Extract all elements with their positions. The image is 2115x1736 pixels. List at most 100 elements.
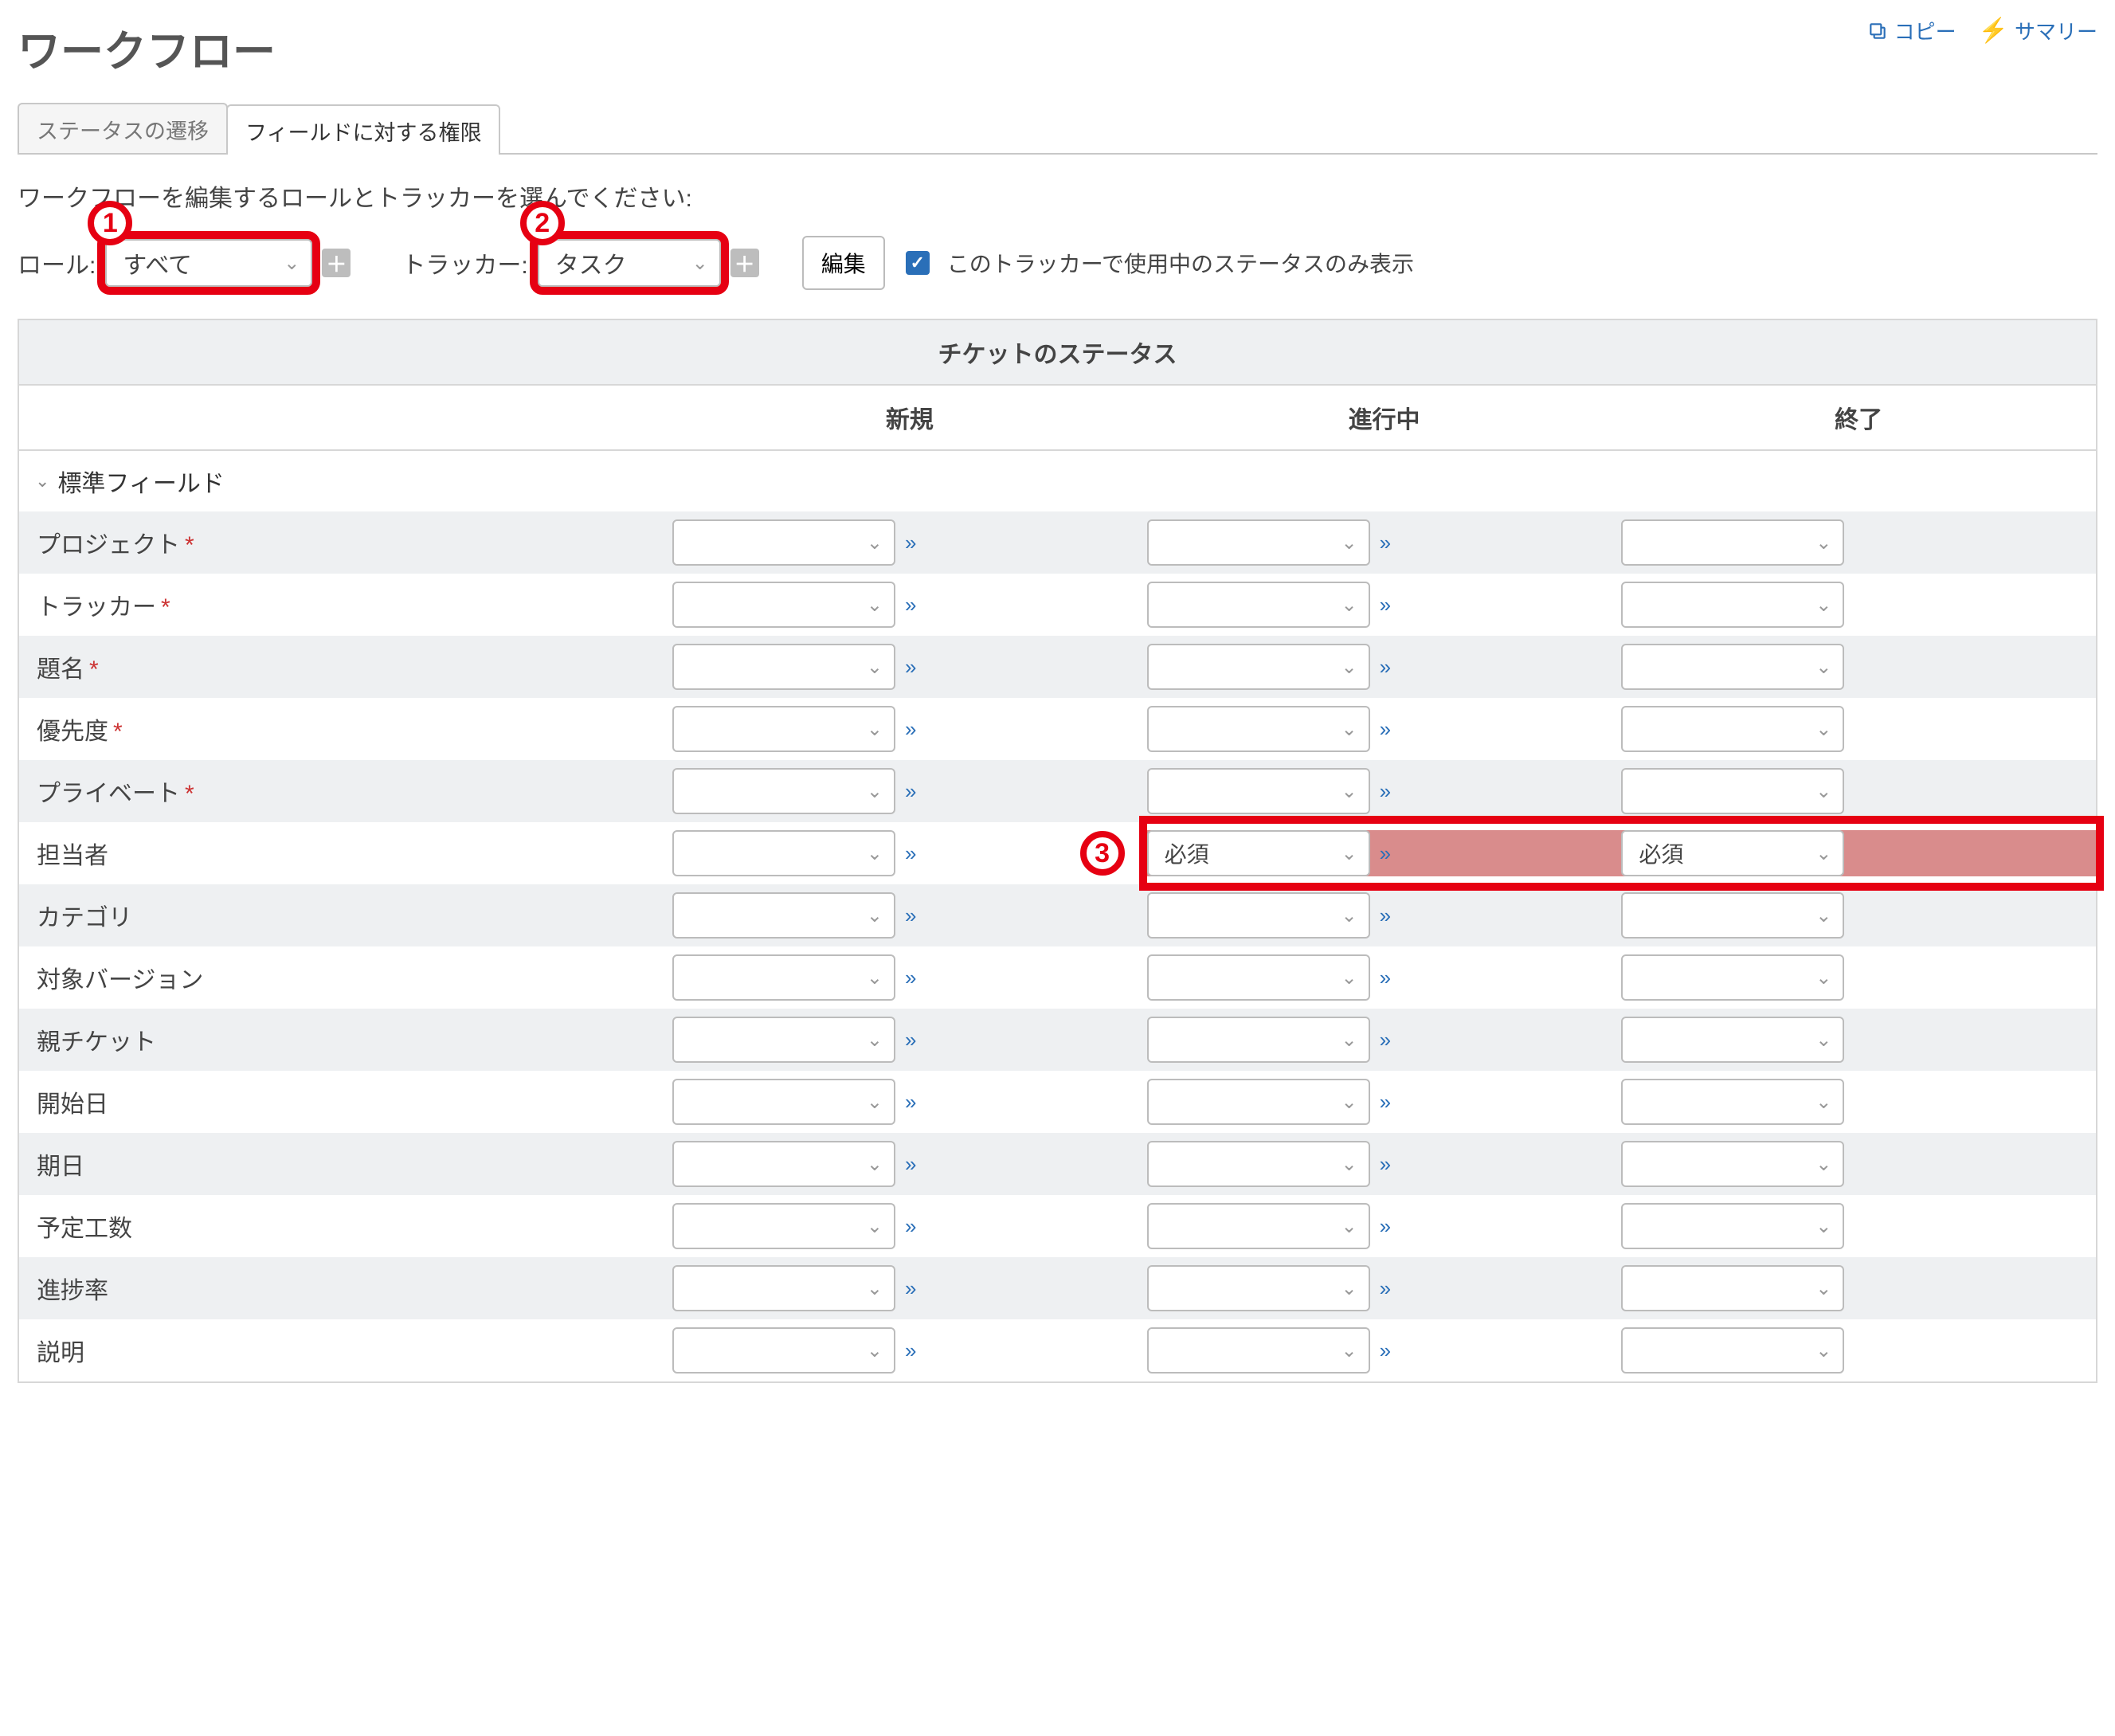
permission-select[interactable]: ⌄ bbox=[1621, 768, 1844, 814]
permission-select[interactable]: ⌄ bbox=[1147, 1265, 1370, 1311]
copy-right-icon[interactable]: » bbox=[905, 1028, 916, 1052]
tracker-select[interactable]: タスク ⌄ bbox=[538, 239, 721, 287]
copy-right-icon[interactable]: » bbox=[905, 655, 916, 680]
permission-select[interactable]: ⌄ bbox=[672, 519, 895, 566]
permission-select[interactable]: ⌄ bbox=[1621, 954, 1844, 1001]
permission-select[interactable]: ⌄ bbox=[672, 892, 895, 939]
permission-select[interactable]: ⌄ bbox=[1147, 644, 1370, 690]
copy-right-icon[interactable]: » bbox=[1380, 593, 1391, 617]
permission-select[interactable]: ⌄ bbox=[1147, 768, 1370, 814]
copy-right-icon[interactable]: » bbox=[905, 531, 916, 555]
permission-select[interactable]: ⌄ bbox=[1147, 1141, 1370, 1187]
copy-right-icon[interactable]: » bbox=[1380, 779, 1391, 804]
permission-select[interactable]: 必須⌄ bbox=[1621, 830, 1844, 876]
copy-right-icon[interactable]: » bbox=[1380, 1090, 1391, 1115]
permission-select[interactable]: 必須⌄ bbox=[1147, 830, 1370, 876]
role-select[interactable]: すべて ⌄ bbox=[105, 239, 312, 287]
permission-select[interactable]: ⌄ bbox=[1621, 892, 1844, 939]
chevron-down-icon: ⌄ bbox=[1815, 1091, 1831, 1114]
copy-right-icon[interactable]: » bbox=[905, 1152, 916, 1177]
summary-label: サマリー bbox=[2015, 16, 2097, 45]
permission-select[interactable]: ⌄ bbox=[672, 706, 895, 752]
permission-select[interactable]: ⌄ bbox=[1621, 706, 1844, 752]
permission-cell: ⌄» bbox=[1147, 1203, 1622, 1249]
field-name: トラッカー* bbox=[19, 587, 672, 622]
section-label: 標準フィールド bbox=[57, 464, 224, 499]
permission-cell: ⌄» bbox=[1147, 519, 1622, 566]
chevron-down-icon: ⌄ bbox=[1341, 718, 1357, 741]
copy-right-icon[interactable]: » bbox=[905, 1338, 916, 1363]
permission-select[interactable]: ⌄ bbox=[672, 1203, 895, 1249]
tracker-add-button[interactable]: ＋ bbox=[730, 249, 759, 277]
copy-right-icon[interactable]: » bbox=[1380, 966, 1391, 990]
permission-cell: ⌄» bbox=[1147, 582, 1622, 628]
permission-select[interactable]: ⌄ bbox=[1147, 954, 1370, 1001]
permission-select[interactable]: ⌄ bbox=[1147, 1203, 1370, 1249]
permission-select[interactable]: ⌄ bbox=[1621, 644, 1844, 690]
permissions-table: チケットのステータス 新規 進行中 終了 ⌄ 標準フィールド プロジェクト*⌄»… bbox=[18, 319, 2097, 1383]
copy-right-icon[interactable]: » bbox=[905, 966, 916, 990]
copy-right-icon[interactable]: » bbox=[905, 779, 916, 804]
permission-select[interactable]: ⌄ bbox=[672, 768, 895, 814]
permission-select[interactable]: ⌄ bbox=[672, 1017, 895, 1063]
permission-select[interactable]: ⌄ bbox=[1147, 1327, 1370, 1374]
permission-select[interactable]: ⌄ bbox=[1147, 582, 1370, 628]
permission-cell: ⌄» bbox=[672, 1079, 1147, 1125]
permission-cell: ⌄ bbox=[1621, 582, 2096, 628]
permission-select[interactable]: ⌄ bbox=[1147, 1017, 1370, 1063]
permission-select[interactable]: ⌄ bbox=[1621, 1265, 1844, 1311]
permission-select[interactable]: ⌄ bbox=[1147, 892, 1370, 939]
permission-cell: ⌄» bbox=[672, 582, 1147, 628]
edit-button[interactable]: 編集 bbox=[802, 236, 885, 290]
copy-right-icon[interactable]: » bbox=[1380, 717, 1391, 742]
permission-select[interactable]: ⌄ bbox=[1621, 1141, 1844, 1187]
permission-select[interactable]: ⌄ bbox=[672, 1265, 895, 1311]
permission-select[interactable]: ⌄ bbox=[1147, 706, 1370, 752]
role-add-button[interactable]: ＋ bbox=[322, 249, 351, 277]
permission-cell: ⌄ bbox=[1621, 644, 2096, 690]
copy-right-icon[interactable]: » bbox=[1380, 1152, 1391, 1177]
permission-select[interactable]: ⌄ bbox=[1147, 519, 1370, 566]
permission-select[interactable]: ⌄ bbox=[672, 644, 895, 690]
chevron-down-icon: ⌄ bbox=[1341, 594, 1357, 617]
copy-right-icon[interactable]: » bbox=[1380, 1028, 1391, 1052]
permission-select[interactable]: ⌄ bbox=[1621, 1079, 1844, 1125]
copy-right-icon[interactable]: » bbox=[1380, 531, 1391, 555]
copy-right-icon[interactable]: » bbox=[1380, 841, 1391, 866]
permission-select[interactable]: ⌄ bbox=[1621, 1327, 1844, 1374]
permission-select[interactable]: ⌄ bbox=[672, 1079, 895, 1125]
permission-select[interactable]: ⌄ bbox=[1621, 582, 1844, 628]
permission-select[interactable]: ⌄ bbox=[672, 830, 895, 876]
permission-select[interactable]: ⌄ bbox=[672, 582, 895, 628]
permission-select[interactable]: ⌄ bbox=[1147, 1079, 1370, 1125]
copy-right-icon[interactable]: » bbox=[905, 1090, 916, 1115]
chevron-down-icon: ⌄ bbox=[1815, 531, 1831, 555]
permission-select[interactable]: ⌄ bbox=[672, 1327, 895, 1374]
permission-select[interactable]: ⌄ bbox=[1621, 519, 1844, 566]
copy-right-icon[interactable]: » bbox=[1380, 903, 1391, 928]
copy-right-icon[interactable]: » bbox=[905, 841, 916, 866]
chevron-down-icon: ⌄ bbox=[1341, 1153, 1357, 1176]
tab-status-transitions[interactable]: ステータスの遷移 bbox=[18, 103, 228, 153]
field-name: 題名* bbox=[19, 649, 672, 684]
copy-right-icon[interactable]: » bbox=[1380, 1338, 1391, 1363]
copy-right-icon[interactable]: » bbox=[905, 903, 916, 928]
copy-right-icon[interactable]: » bbox=[1380, 1214, 1391, 1239]
copy-right-icon[interactable]: » bbox=[1380, 1276, 1391, 1301]
col-header-2: 終了 bbox=[1621, 386, 2096, 449]
permission-select[interactable]: ⌄ bbox=[672, 954, 895, 1001]
copy-link[interactable]: コピー bbox=[1867, 16, 1956, 45]
summary-link[interactable]: ⚡ サマリー bbox=[1979, 16, 2097, 45]
permission-select[interactable]: ⌄ bbox=[1621, 1203, 1844, 1249]
section-standard-fields[interactable]: ⌄ 標準フィールド bbox=[19, 451, 2096, 511]
copy-right-icon[interactable]: » bbox=[905, 1276, 916, 1301]
copy-right-icon[interactable]: » bbox=[905, 593, 916, 617]
copy-right-icon[interactable]: » bbox=[905, 1214, 916, 1239]
copy-right-icon[interactable]: » bbox=[905, 717, 916, 742]
table-row: 担当者⌄»必須⌄»必須⌄3 bbox=[19, 822, 2096, 884]
permission-select[interactable]: ⌄ bbox=[672, 1141, 895, 1187]
only-used-checkbox[interactable]: ✓ bbox=[906, 251, 930, 275]
copy-right-icon[interactable]: » bbox=[1380, 655, 1391, 680]
tab-field-permissions[interactable]: フィールドに対する権限 bbox=[226, 104, 500, 155]
permission-select[interactable]: ⌄ bbox=[1621, 1017, 1844, 1063]
